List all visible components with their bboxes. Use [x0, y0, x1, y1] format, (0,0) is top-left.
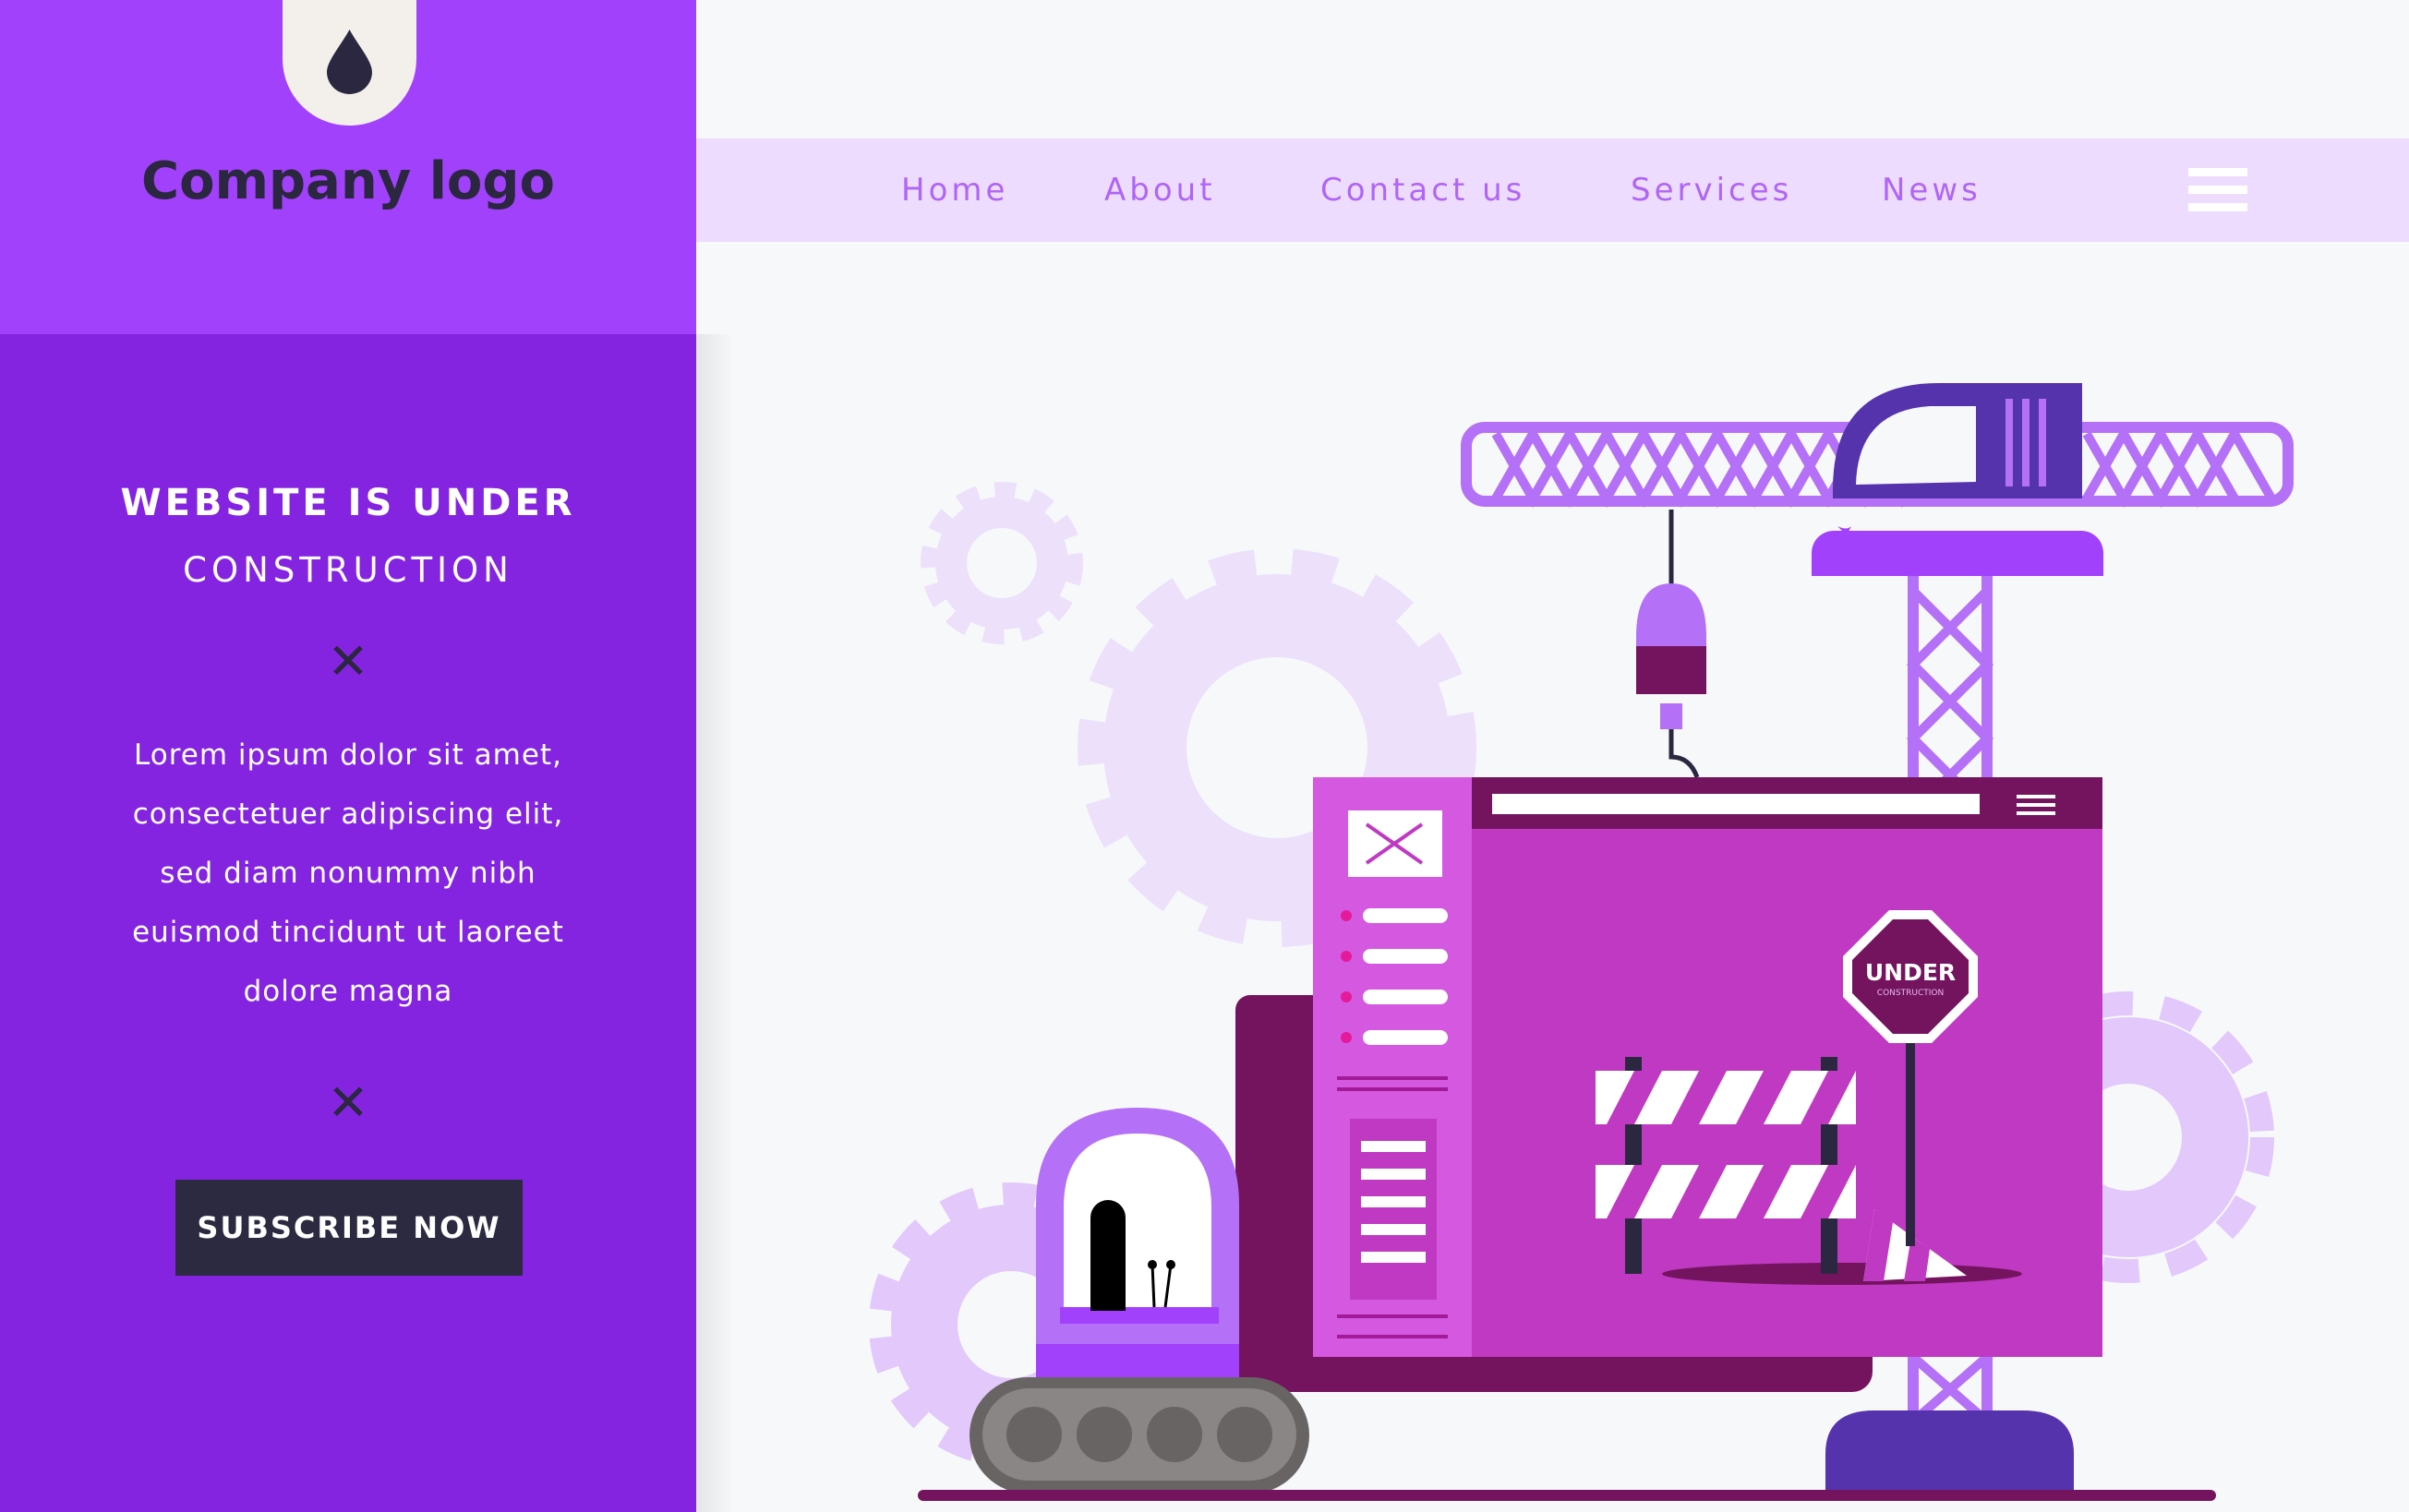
sign-subtext: CONSTRUCTION — [1877, 989, 1944, 998]
body-line: Lorem ipsum dolor sit amet, — [134, 738, 562, 772]
body-text: Lorem ipsum dolor sit amet, consectetuer… — [83, 726, 613, 1021]
gear-icon — [921, 482, 1083, 644]
hamburger-icon[interactable] — [2188, 168, 2247, 212]
nav-home[interactable]: Home — [901, 138, 1008, 242]
drop-icon — [327, 30, 372, 94]
nav-contact[interactable]: Contact us — [1320, 138, 1525, 242]
sign-text: UNDER — [1865, 959, 1956, 986]
body-line: sed diam nonummy nibh — [160, 857, 536, 890]
body-line: dolore magna — [243, 975, 453, 1008]
body-line: consectetuer adipiscing elit, — [132, 798, 564, 831]
top-navbar: Home About Contact us Services News — [696, 138, 2409, 242]
construction-illustration: UNDER CONSTRUCTION — [869, 383, 2294, 1501]
company-logo[interactable]: Company logo — [0, 151, 696, 211]
sidebar: Company logo WEBSITE IS UNDER CONSTRUCTI… — [0, 0, 696, 1512]
x-icon: ✕ — [327, 632, 369, 690]
body-line: euismod tincidunt ut laoreet — [132, 916, 564, 949]
nav-services[interactable]: Services — [1631, 138, 1792, 242]
nav-about[interactable]: About — [1104, 138, 1216, 242]
subscribe-button[interactable]: SUBSCRIBE NOW — [175, 1180, 523, 1276]
headline-line1: WEBSITE IS UNDER — [120, 482, 576, 524]
headline-line2: CONSTRUCTION — [183, 550, 513, 590]
x-icon: ✕ — [327, 1074, 369, 1132]
nav-news[interactable]: News — [1882, 138, 1981, 242]
